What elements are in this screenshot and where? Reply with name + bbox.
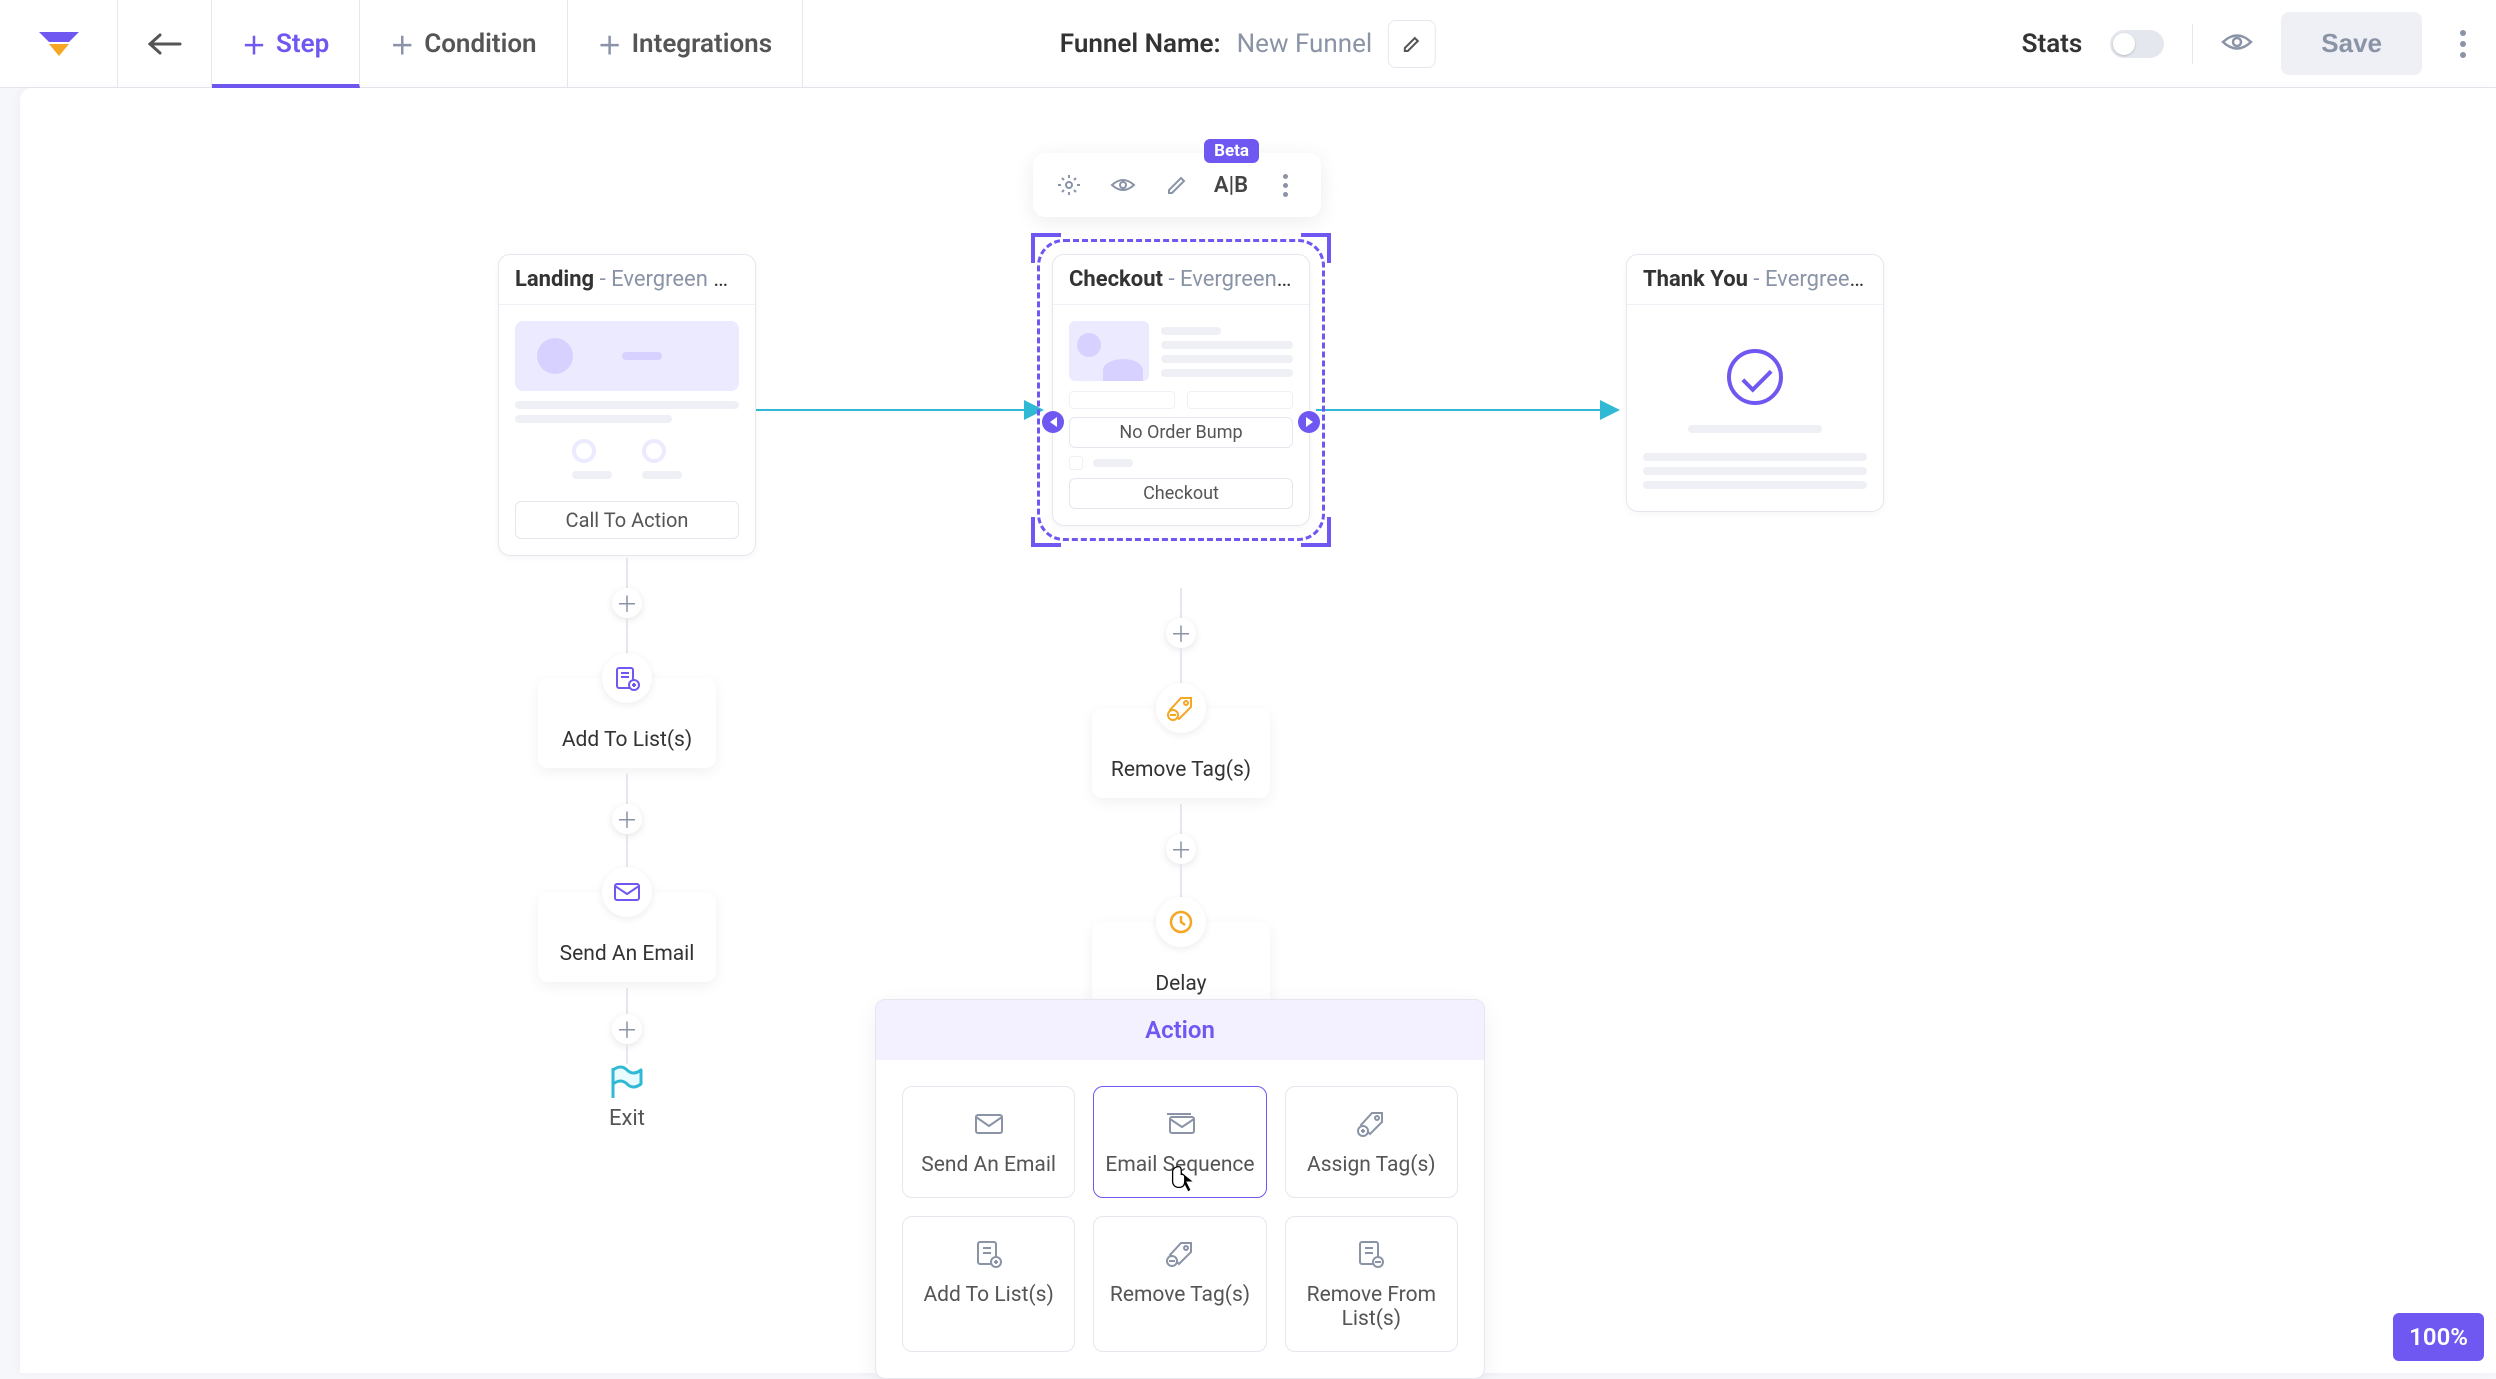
app-logo — [0, 0, 118, 88]
tab-condition-label: Condition — [424, 29, 536, 59]
tag-add-icon — [1354, 1107, 1388, 1141]
step-thankyou[interactable]: Thank You - Evergreen Tha... — [1626, 254, 1884, 512]
opt-assign-tags[interactable]: Assign Tag(s) — [1285, 1086, 1458, 1198]
no-bump-label: No Order Bump — [1069, 417, 1293, 448]
node-remove-tags[interactable]: Remove Tag(s) — [1092, 708, 1270, 798]
step-cta: Call To Action — [515, 501, 739, 539]
save-button[interactable]: Save — [2281, 12, 2422, 75]
funnel-name-label: Funnel Name: — [1060, 29, 1221, 59]
pointer-icon — [1170, 1164, 1196, 1190]
list-remove-icon — [1354, 1237, 1388, 1271]
add-below-button[interactable]: ＋ — [1166, 618, 1196, 648]
tab-step[interactable]: ＋ Step — [212, 0, 360, 88]
stats-label: Stats — [2022, 29, 2083, 59]
landing-chain: ＋ Add To List(s) ＋ Send An Email ＋ Exit — [498, 558, 756, 1198]
tab-condition[interactable]: ＋ Condition — [360, 0, 567, 88]
step-landing-header: Landing - Evergreen Lan... — [499, 255, 755, 305]
exit-node: Exit — [607, 1064, 647, 1131]
step-checkout-header: Checkout - Evergreen Che... — [1053, 255, 1309, 305]
zoom-indicator[interactable]: 100% — [2393, 1313, 2484, 1361]
node-toolbar: Beta A|B — [1033, 153, 1321, 217]
checkout-label: Checkout — [1069, 478, 1293, 509]
node-add-to-lists[interactable]: Add To List(s) — [538, 678, 716, 768]
opt-remove-tags[interactable]: Remove Tag(s) — [1093, 1216, 1266, 1352]
node-settings-button[interactable] — [1051, 167, 1087, 203]
mail-icon — [972, 1107, 1006, 1141]
add-below-button[interactable]: ＋ — [612, 588, 642, 618]
check-icon — [1727, 349, 1783, 405]
ab-test-button[interactable]: A|B — [1213, 167, 1249, 203]
funnel-title: Funnel Name: New Funnel — [1060, 20, 1436, 68]
input-port[interactable] — [1042, 411, 1064, 433]
add-below-button[interactable]: ＋ — [612, 1014, 642, 1044]
tag-remove-icon — [1156, 683, 1206, 733]
mail-icon — [602, 867, 652, 917]
edit-name-button[interactable] — [1388, 20, 1436, 68]
opt-remove-from-lists[interactable]: Remove From List(s) — [1285, 1216, 1458, 1352]
tag-remove-icon — [1163, 1237, 1197, 1271]
panel-title: Action — [876, 1000, 1484, 1060]
plus-icon: ＋ — [242, 26, 266, 61]
divider — [2192, 24, 2193, 64]
list-add-icon — [602, 653, 652, 703]
node-edit-button[interactable] — [1159, 167, 1195, 203]
plus-icon: ＋ — [598, 26, 622, 61]
step-thankyou-header: Thank You - Evergreen Tha... — [1627, 255, 1883, 305]
step-checkout[interactable]: Checkout - Evergreen Che... No Order Bum… — [1052, 254, 1310, 526]
output-port[interactable] — [1298, 411, 1320, 433]
canvas[interactable]: Beta A|B Landing - Evergreen Lan... — [20, 88, 2496, 1373]
more-menu[interactable] — [2450, 30, 2476, 58]
plus-icon: ＋ — [390, 26, 414, 61]
clock-icon — [1156, 897, 1206, 947]
opt-send-email[interactable]: Send An Email — [902, 1086, 1075, 1198]
node-send-email[interactable]: Send An Email — [538, 892, 716, 982]
list-add-icon — [972, 1237, 1006, 1271]
add-below-button[interactable]: ＋ — [612, 804, 642, 834]
tab-integrations-label: Integrations — [632, 29, 773, 59]
top-bar: ＋ Step ＋ Condition ＋ Integrations Funnel… — [0, 0, 2496, 88]
right-controls: Stats Save — [2022, 12, 2476, 75]
node-more-button[interactable] — [1267, 167, 1303, 203]
preview-button[interactable] — [2221, 31, 2253, 57]
tab-step-label: Step — [276, 29, 329, 59]
back-button[interactable] — [118, 0, 212, 88]
add-below-button[interactable]: ＋ — [1166, 834, 1196, 864]
opt-add-to-lists[interactable]: Add To List(s) — [902, 1216, 1075, 1352]
step-landing[interactable]: Landing - Evergreen Lan... Call To Actio… — [498, 254, 756, 556]
funnel-name-value: New Funnel — [1237, 29, 1373, 59]
stats-toggle[interactable] — [2110, 30, 2164, 58]
node-preview-button[interactable] — [1105, 167, 1141, 203]
tab-integrations[interactable]: ＋ Integrations — [568, 0, 804, 88]
mail-stack-icon — [1163, 1107, 1197, 1141]
beta-badge: Beta — [1204, 139, 1259, 163]
